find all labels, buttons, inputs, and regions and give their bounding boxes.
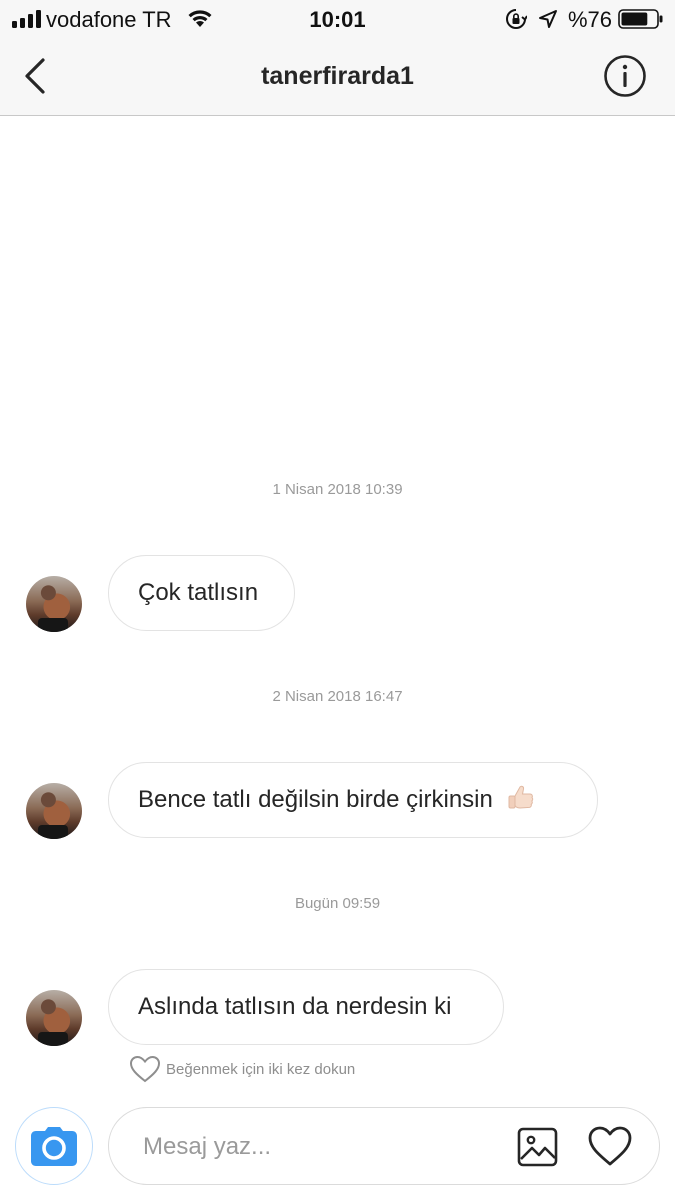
message-timestamp: Bugün 09:59	[294, 895, 381, 912]
conversation-header: tanerfirarda1	[0, 40, 675, 116]
heart-icon[interactable]	[587, 1125, 633, 1167]
avatar[interactable]	[26, 576, 82, 632]
message-timestamp: 1 Nisan 2018 10:39	[272, 481, 403, 498]
thumbs-up-icon	[508, 785, 533, 809]
avatar[interactable]	[26, 783, 82, 839]
message-text: Aslında tatlısın da nerdesin ki	[138, 993, 452, 1020]
status-bar: vodafone TR 10:01 %76	[0, 0, 675, 40]
message-composer	[108, 1107, 660, 1185]
battery-icon	[618, 9, 663, 29]
battery-percent: %76	[568, 7, 613, 32]
like-hint-text: Beğenmek için iki kez dokun	[166, 1061, 356, 1078]
message-bubble[interactable]: Bence tatlı değilsin birde çirkinsin	[108, 762, 598, 838]
message-timestamp: 2 Nisan 2018 16:47	[272, 688, 403, 705]
message-input[interactable]	[141, 1128, 485, 1166]
gallery-icon[interactable]	[517, 1126, 559, 1168]
page-title[interactable]: tanerfirarda1	[0, 62, 675, 91]
message-text: Bence tatlı değilsin birde çirkinsin	[138, 786, 493, 813]
rotation-lock-icon	[506, 9, 527, 29]
info-icon[interactable]	[603, 54, 647, 98]
heart-outline-icon	[129, 1055, 161, 1083]
message-text: Çok tatlısın	[138, 579, 259, 606]
location-arrow-icon	[539, 10, 557, 28]
avatar[interactable]	[26, 990, 82, 1046]
camera-icon	[31, 1127, 77, 1166]
message-bubble[interactable]: Çok tatlısın	[108, 555, 295, 631]
camera-button[interactable]	[15, 1107, 93, 1185]
message-bubble[interactable]: Aslında tatlısın da nerdesin ki	[108, 969, 504, 1045]
